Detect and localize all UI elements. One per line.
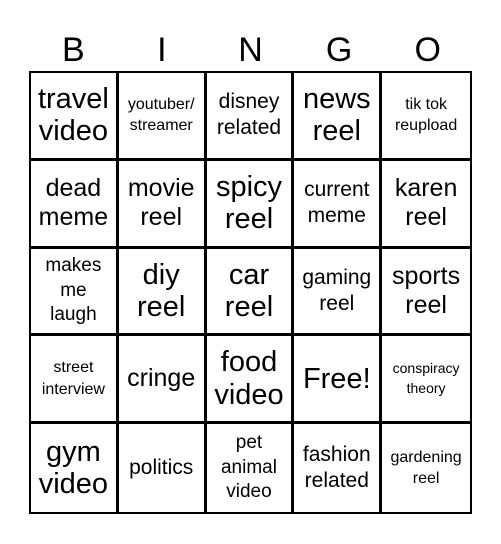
cell-label: current meme — [304, 177, 370, 228]
cell-label: diy reel — [137, 258, 186, 323]
bingo-cell[interactable]: karen reel — [382, 161, 470, 249]
bingo-cell[interactable]: gardening reel — [382, 424, 470, 512]
cell-label: pet animal video — [220, 432, 277, 503]
bingo-cell[interactable]: conspiracy theory — [382, 336, 470, 425]
cell-label: news reel — [302, 82, 371, 148]
cell-label: street interview — [41, 359, 105, 398]
bingo-cell[interactable]: travel video — [31, 73, 119, 161]
bingo-cell[interactable]: dead meme — [31, 160, 119, 249]
bingo-cell[interactable]: news reel — [294, 73, 383, 161]
bingo-cell[interactable]: food video — [206, 336, 295, 425]
cell-label: travel video — [37, 82, 109, 148]
bingo-header: B I N G O — [29, 30, 472, 70]
bingo-cell[interactable]: street interview — [31, 336, 119, 425]
cell-label: gaming reel — [302, 265, 372, 315]
bingo-cell[interactable]: disney related — [206, 73, 295, 161]
cell-label: car reel — [224, 258, 274, 323]
header-letter-g: G — [325, 31, 353, 69]
bingo-cell[interactable]: gym video — [31, 424, 119, 512]
bingo-cell[interactable]: sports reel — [382, 249, 470, 337]
bingo-cell[interactable]: tik tok reupload — [382, 73, 470, 161]
cell-label: makes me laugh — [45, 254, 102, 326]
cell-label: disney related — [216, 90, 282, 140]
bingo-cell[interactable]: diy reel — [118, 248, 207, 337]
header-letter-b: B — [61, 31, 85, 69]
cell-label: politics — [129, 455, 194, 479]
cell-label: spicy reel — [215, 170, 283, 236]
bingo-cell[interactable]: pet animal video — [207, 424, 295, 512]
bingo-board: travel video youtuber/ streamer disney r… — [29, 71, 472, 514]
cell-label: youtuber/ streamer — [127, 95, 195, 135]
cell-label: movie reel — [127, 174, 195, 232]
bingo-cell[interactable]: movie reel — [118, 160, 207, 249]
bingo-cell[interactable]: fashion related — [294, 424, 383, 512]
bingo-cell[interactable]: youtuber/ streamer — [118, 73, 207, 161]
header-letter-i: I — [157, 31, 167, 69]
header-letter-n: N — [238, 31, 263, 69]
cell-label: gym video — [38, 435, 109, 501]
free-space-cell[interactable]: Free! — [294, 336, 383, 425]
cell-label: gardening reel — [390, 448, 462, 488]
cell-label: karen reel — [394, 174, 458, 232]
free-space-label: Free! — [302, 362, 371, 395]
cell-label: sports reel — [392, 262, 461, 319]
bingo-cell[interactable]: politics — [119, 424, 207, 512]
bingo-cell[interactable]: gaming reel — [294, 248, 383, 337]
bingo-cell[interactable]: spicy reel — [206, 160, 295, 249]
bingo-cell[interactable]: makes me laugh — [31, 248, 119, 337]
bingo-cell[interactable]: current meme — [294, 160, 383, 249]
cell-label: tik tok reupload — [394, 95, 458, 135]
cell-label: dead meme — [38, 174, 109, 232]
cell-label: cringe — [127, 364, 196, 393]
header-letter-o: O — [414, 31, 441, 69]
cell-label: conspiracy theory — [392, 360, 460, 396]
bingo-cell[interactable]: cringe — [118, 336, 207, 425]
cell-label: food video — [214, 346, 284, 411]
cell-label: fashion related — [302, 442, 371, 493]
bingo-cell[interactable]: car reel — [206, 248, 295, 337]
